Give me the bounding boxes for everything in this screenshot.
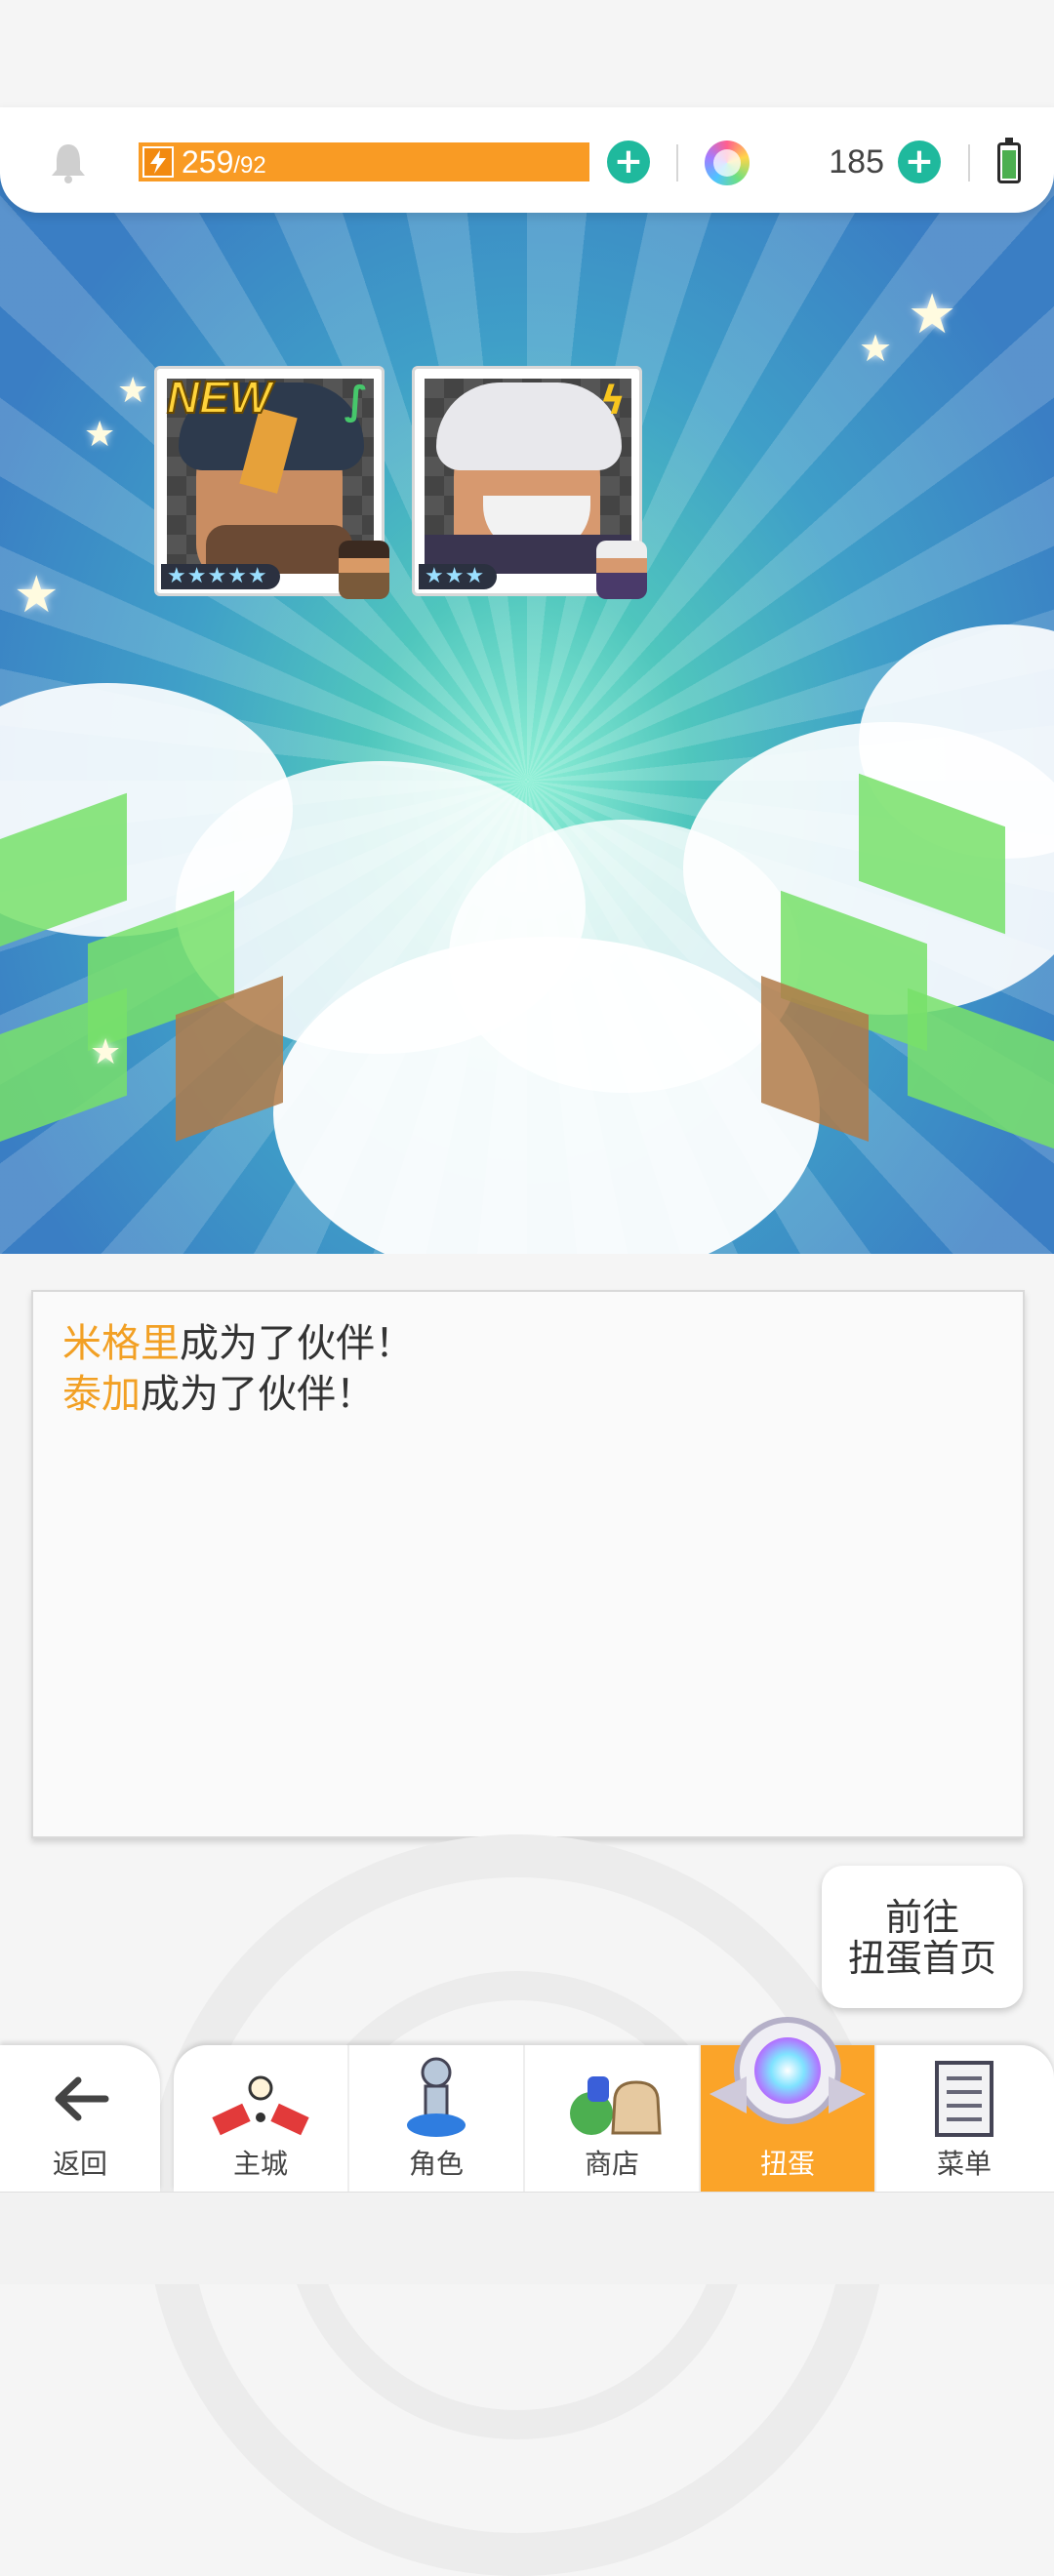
rarity-stars: ★★★★★ bbox=[161, 564, 280, 589]
tab-label: 主城 bbox=[232, 2148, 288, 2180]
status-bar bbox=[0, 0, 1054, 117]
gem-icon bbox=[705, 141, 750, 185]
tab-town[interactable]: 主城 bbox=[174, 2045, 349, 2192]
lightning-element-icon: ϟ bbox=[599, 379, 626, 423]
sparkle-icon: ★ bbox=[84, 415, 116, 455]
add-gem-button[interactable]: + bbox=[898, 141, 941, 183]
stamina-bar: 259/92 bbox=[139, 142, 589, 181]
message-text: 成为了伙伴！ bbox=[141, 1372, 375, 1417]
resource-bar: 259/92 + 185 + bbox=[0, 107, 1054, 213]
character-statue-icon bbox=[407, 2057, 466, 2137]
tab-label: 扭蛋 bbox=[759, 2148, 815, 2180]
battery-icon bbox=[997, 138, 1021, 183]
add-stamina-button[interactable]: + bbox=[607, 141, 650, 183]
rarity-stars: ★★★ bbox=[419, 564, 498, 589]
leaf-element-icon: ∫ bbox=[344, 379, 368, 423]
tab-label: 角色 bbox=[408, 2148, 464, 2180]
divider bbox=[676, 144, 678, 181]
message-text: 成为了伙伴！ bbox=[180, 1321, 414, 1366]
stamina-max: /92 bbox=[233, 152, 266, 179]
gacha-orb-icon bbox=[709, 2017, 866, 2124]
result-message: 米格里成为了伙伴！ bbox=[62, 1319, 414, 1368]
town-icon bbox=[212, 2075, 309, 2136]
bottom-navigation: 返回 主城 角色 商店 扭蛋 菜单 bbox=[0, 2017, 1054, 2192]
character-sprite bbox=[339, 541, 389, 599]
tab-label: 菜单 bbox=[936, 2148, 992, 2180]
character-card[interactable]: NEW ∫ ★★★★★ bbox=[154, 366, 389, 599]
system-navigation-area bbox=[0, 2192, 1054, 2284]
sparkle-icon: ★ bbox=[117, 371, 149, 411]
shop-bags-icon bbox=[570, 2076, 662, 2135]
gem-count: 185 bbox=[829, 143, 884, 181]
menu-list-icon bbox=[935, 2061, 993, 2137]
goto-gacha-home-button[interactable]: 前往 扭蛋首页 bbox=[822, 1866, 1023, 2008]
new-badge: NEW bbox=[166, 371, 272, 423]
character-name: 米格里 bbox=[62, 1321, 180, 1366]
character-sprite bbox=[596, 541, 647, 599]
stamina-value: 259/92 bbox=[182, 144, 266, 183]
tab-gacha[interactable]: 扭蛋 bbox=[701, 2017, 876, 2192]
goto-label-line2: 扭蛋首页 bbox=[847, 1937, 996, 1980]
character-card[interactable]: ϟ ★★★ bbox=[412, 366, 647, 599]
result-message-box: 米格里成为了伙伴！ 泰加成为了伙伴！ bbox=[31, 1290, 1025, 1838]
notification-bell-icon[interactable] bbox=[49, 141, 88, 183]
goto-label-line1: 前往 bbox=[884, 1896, 959, 1939]
tab-bar: 主城 角色 商店 扭蛋 菜单 bbox=[174, 2017, 1054, 2192]
divider bbox=[968, 144, 970, 181]
tab-characters[interactable]: 角色 bbox=[349, 2045, 525, 2192]
tab-menu[interactable]: 菜单 bbox=[876, 2045, 1052, 2192]
sparkle-icon: ★ bbox=[90, 1032, 122, 1072]
tab-shop[interactable]: 商店 bbox=[525, 2045, 701, 2192]
back-arrow-icon bbox=[55, 2076, 109, 2121]
back-label: 返回 bbox=[52, 2148, 107, 2180]
tab-label: 商店 bbox=[584, 2148, 639, 2180]
sparkle-icon: ★ bbox=[14, 566, 60, 624]
stamina-bolt-icon bbox=[142, 146, 174, 178]
stamina-current: 259 bbox=[182, 144, 234, 180]
sparkle-icon: ★ bbox=[908, 283, 957, 346]
sparkle-icon: ★ bbox=[859, 327, 893, 370]
result-message: 泰加成为了伙伴！ bbox=[62, 1370, 375, 1419]
character-name: 泰加 bbox=[62, 1372, 141, 1417]
back-button[interactable]: 返回 bbox=[0, 2045, 160, 2192]
gacha-result-scene: ★ ★ ★ ★ ★ ★ bbox=[0, 137, 1054, 1254]
